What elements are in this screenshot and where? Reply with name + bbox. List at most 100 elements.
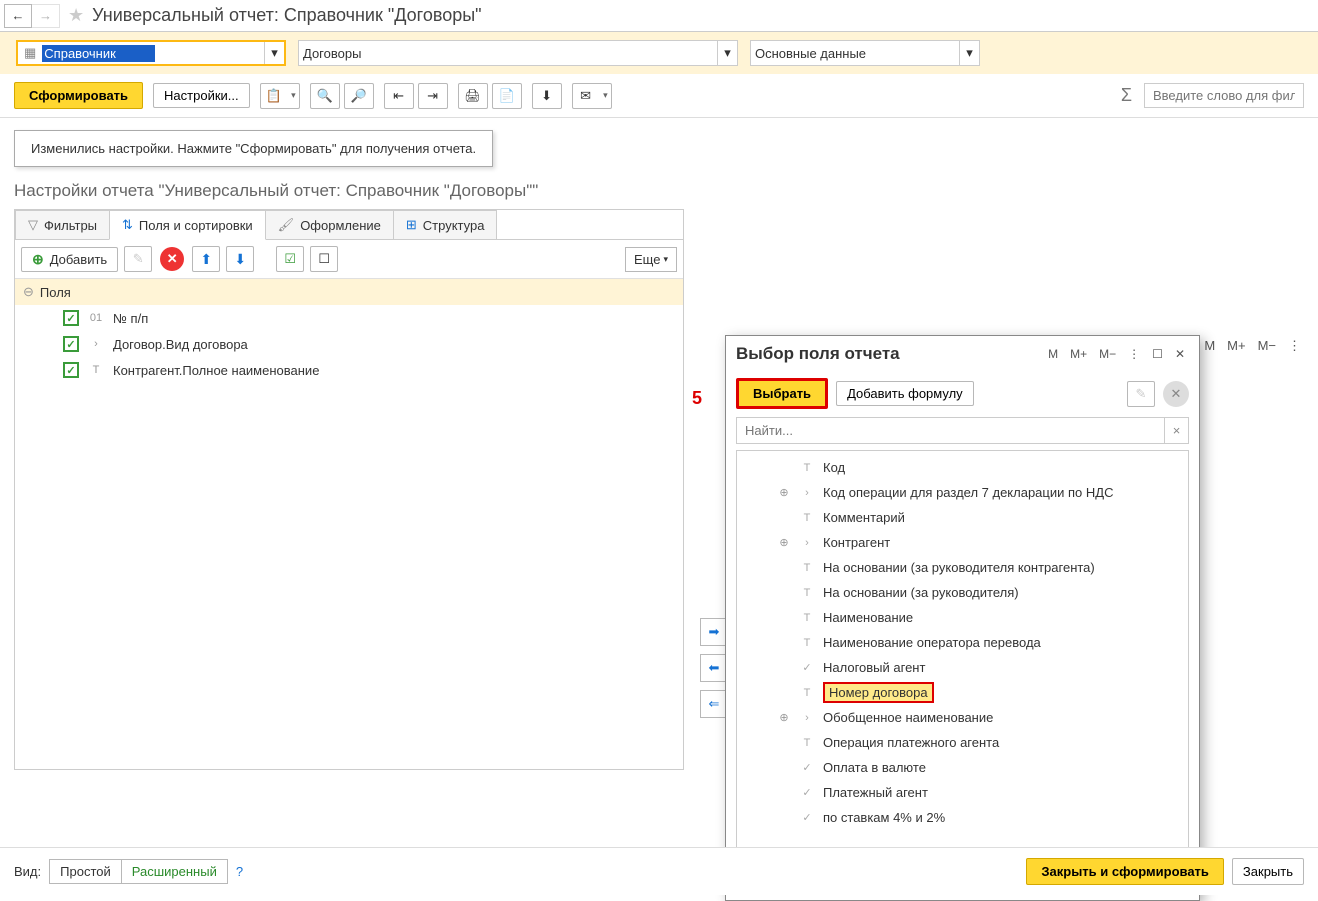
field-row[interactable]: ✓01№ п/п [15,305,683,331]
fields-header[interactable]: ⊖ Поля [15,279,683,305]
delete-formula-button[interactable]: ✕ [1163,381,1189,407]
edit-button[interactable]: ✎ [124,246,152,272]
content-area: Изменились настройки. Нажмите "Сформиров… [0,118,1318,782]
dropdown-icon[interactable]: ▾ [717,41,737,65]
m-plus-button[interactable]: M+ [1224,336,1248,356]
print-button[interactable]: 🖨 [458,83,488,109]
close-icon[interactable]: ✕ [1171,345,1189,363]
list-item[interactable]: ✓ Оплата в валюте [737,755,1188,780]
type-icon: › [799,537,815,549]
item-label: Оплата в валюте [823,760,926,775]
email-button[interactable]: ✉ [572,83,612,109]
menu-icon[interactable]: ⋮ [1124,345,1144,363]
dialog-search-input[interactable] [737,418,1164,443]
delete-button[interactable]: ✕ [158,246,186,272]
save-button[interactable]: ⬇ [532,83,562,109]
maximize-icon[interactable]: ☐ [1148,345,1167,363]
add-button[interactable]: ⊕Добавить [21,247,118,272]
grid-icon: ▦ [24,45,36,61]
item-label: Номер договора [823,685,934,700]
move-all-left-button[interactable]: ⇐ [700,690,728,718]
close-button[interactable]: Закрыть [1232,858,1304,885]
list-item[interactable]: TНа основании (за руководителя контраген… [737,555,1188,580]
move-right-button[interactable]: ➡ [700,618,728,646]
settings-button[interactable]: Настройки... [153,83,250,108]
main-toolbar: Сформировать Настройки... 📋 🔍 🔎 ⇤ ⇥ 🖨 📄 … [0,74,1318,118]
add-formula-button[interactable]: Добавить формулу [836,381,974,406]
list-item[interactable]: ✓Налоговый агент [737,655,1188,680]
window-controls: M M+ M− ⋮ [1201,336,1304,356]
list-item[interactable]: ⊕›Код операции для раздел 7 декларации п… [737,480,1188,505]
item-label: Обобщенное наименование [823,710,993,725]
list-item[interactable]: ✓Платежный агент [737,780,1188,805]
object-value: Договоры [299,46,717,61]
highlighted-label: Номер договора [823,682,934,703]
m-minus-button[interactable]: M− [1255,336,1279,356]
list-item[interactable]: TНаименование [737,605,1188,630]
item-label: Контрагент [823,535,890,550]
move-up-button[interactable]: ⬆ [192,246,220,272]
type-combo[interactable]: ▦ Справочник ▾ [16,40,286,66]
checkbox[interactable]: ✓ [63,310,79,326]
check-all-button[interactable]: ☑ [276,246,304,272]
expand-button[interactable]: ⇤ [384,83,414,109]
list-item[interactable]: ⊕ › Контрагент [737,530,1188,555]
m-minus-button[interactable]: M− [1095,345,1120,363]
favorite-icon[interactable]: ★ [68,5,84,26]
help-button[interactable]: ? [236,864,243,879]
field-row[interactable]: ✓›Договор.Вид договора [15,331,683,357]
nav-back-button[interactable]: ← [4,4,32,28]
tree-icon: ⊞ [406,217,417,233]
list-item[interactable]: TНаименование оператора перевода [737,630,1188,655]
menu-icon[interactable]: ⋮ [1285,336,1304,356]
dropdown-icon[interactable]: ▾ [264,42,284,64]
m-button[interactable]: M [1201,336,1218,356]
variant-combo[interactable]: Основные данные ▾ [750,40,980,66]
field-row[interactable]: ✓TКонтрагент.Полное наименование [15,357,683,383]
dropdown-icon[interactable]: ▾ [959,41,979,65]
view-simple-button[interactable]: Простой [49,859,122,884]
uncheck-all-button[interactable]: ☐ [310,246,338,272]
sigma-icon[interactable]: Σ [1121,85,1132,106]
view-extended-button[interactable]: Расширенный [122,859,228,884]
m-plus-button[interactable]: M+ [1066,345,1091,363]
move-left-button[interactable]: ⬅ [700,654,728,682]
item-label: Наименование [823,610,913,625]
type-icon: ✓ [799,761,815,774]
tab-structure[interactable]: ⊞Структура [393,210,498,239]
list-item[interactable]: TОперация платежного агента [737,730,1188,755]
list-item[interactable]: TНомер договора [737,680,1188,705]
select-button[interactable]: Выбрать [736,378,828,409]
list-item[interactable]: ⊕›Обобщенное наименование [737,705,1188,730]
type-icon: 01 [87,312,105,324]
m-button[interactable]: M [1044,345,1062,363]
list-item[interactable]: TКомментарий [737,505,1188,530]
tab-format[interactable]: 🖌Оформление [265,210,394,239]
object-combo[interactable]: Договоры ▾ [298,40,738,66]
expand-icon: ⊕ [777,536,791,549]
tab-filters[interactable]: ▽Фильтры [15,210,110,239]
list-item[interactable]: TНа основании (за руководителя) [737,580,1188,605]
nav-forward-button[interactable]: → [32,4,60,28]
tab-fields[interactable]: ⇅Поля и сортировки [109,210,266,240]
list-item[interactable]: TКод [737,455,1188,480]
type-icon: T [799,637,815,649]
generate-button[interactable]: Сформировать [14,82,143,109]
type-icon: T [799,587,815,599]
clear-search-button[interactable]: × [1164,418,1188,443]
checkbox[interactable]: ✓ [63,362,79,378]
list-item[interactable]: ✓по ставкам 4% и 2% [737,805,1188,830]
zoom-out-button[interactable]: 🔎 [344,83,374,109]
more-button[interactable]: Еще▾ [625,247,677,272]
item-label: Налоговый агент [823,660,925,675]
preview-button[interactable]: 📄 [492,83,522,109]
edit-formula-button[interactable]: ✎ [1127,381,1155,407]
search-input[interactable] [1144,83,1304,108]
zoom-in-button[interactable]: 🔍 [310,83,340,109]
collapse-button[interactable]: ⇥ [418,83,448,109]
clipboard-button[interactable]: 📋 [260,83,300,109]
move-down-button[interactable]: ⬇ [226,246,254,272]
dialog-field-list[interactable]: TКод⊕›Код операции для раздел 7 декларац… [736,450,1189,890]
close-generate-button[interactable]: Закрыть и сформировать [1026,858,1224,885]
checkbox[interactable]: ✓ [63,336,79,352]
